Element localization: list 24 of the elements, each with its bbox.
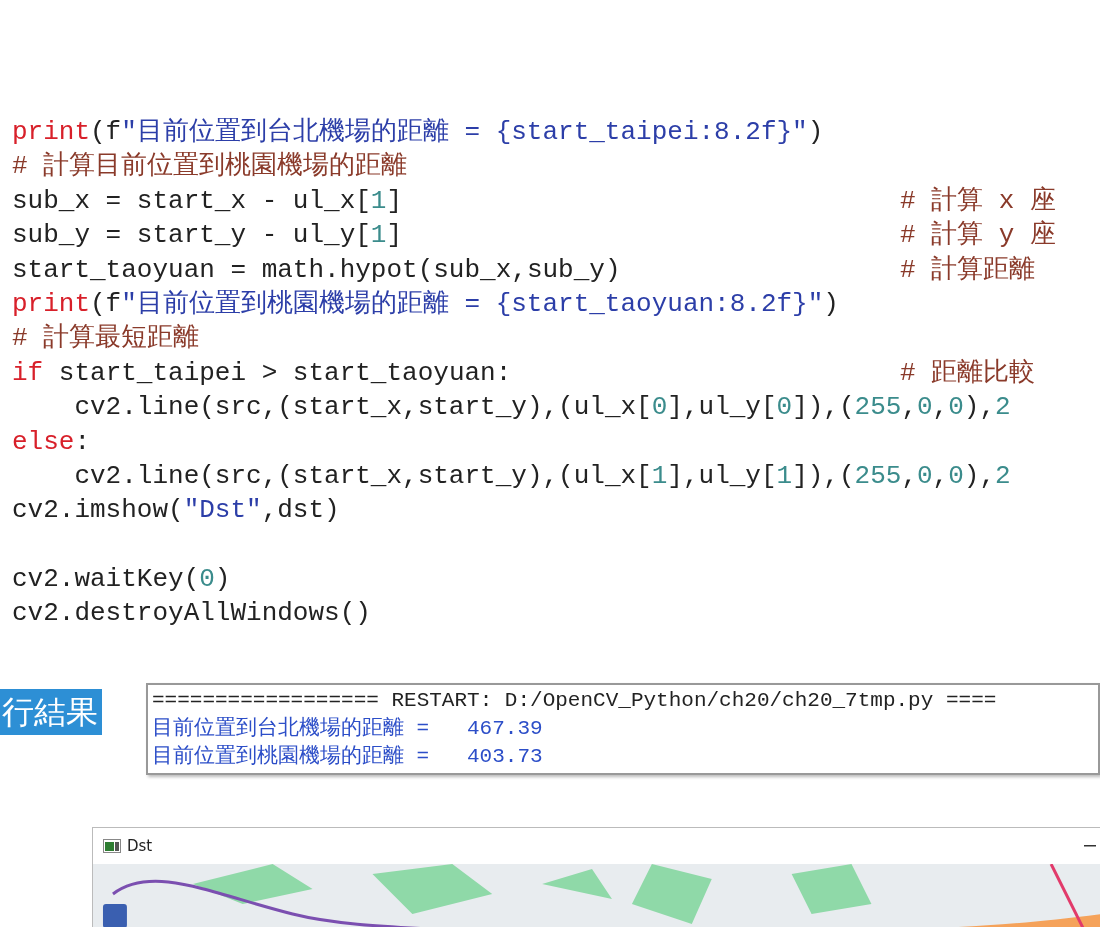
code-line: cv2.destroyAllWindows() (12, 597, 372, 631)
code-comment: # 計算 x 座 (900, 184, 1056, 218)
code-line: if start_taipei > start_taoyuan: (12, 356, 513, 390)
code-comment: # 距離比較 (900, 356, 1036, 390)
output-line: 目前位置到桃園機場的距離 = 403.73 (152, 743, 544, 770)
code-line: else: (12, 425, 92, 459)
window-icon (103, 838, 121, 853)
window-title: Dst (127, 836, 154, 855)
code-line: cv2.line(src,(start_x,start_y),(ul_x[1],ul_y[1]),(255,0,0),2 (73, 459, 1011, 493)
code-comment: # 計算距離 (900, 253, 1036, 287)
output-line: 目前位置到台北機場的距離 = 467.39 (152, 715, 544, 742)
code-line: sub_y = start_y - ul_y[1] (12, 219, 404, 253)
code-line: cv2.imshow("Dst",dst) (12, 494, 341, 528)
code-line: start_taoyuan = math.hypot(sub_x,sub_y) (12, 253, 622, 287)
code-comment: # 計算 y 座 (900, 219, 1056, 253)
code-line: print(f"目前位置到桃園機場的距離 = {start_taoyuan:8.2f}") (12, 287, 840, 321)
result-label: 行結果 (0, 688, 102, 735)
code-line: sub_x = start_x - ul_x[1] (12, 184, 404, 218)
restart-line: ================== RESTART: D:/OpenCV_Python/ch20/ch20_7tmp.py ==== (152, 687, 998, 714)
code-line: # 計算目前位置到桃園機場的距離 (12, 150, 409, 184)
code-line: cv2.line(src,(start_x,start_y),(ul_x[0],ul_y[0]),(255,0,0),2 (73, 391, 1011, 425)
code-line: # 計算最短距離 (12, 322, 201, 356)
code-line: print(f"目前位置到台北機場的距離 = {start_taipei:8.2f}") (12, 116, 825, 149)
code-line: cv2.waitKey(0) (12, 563, 232, 597)
